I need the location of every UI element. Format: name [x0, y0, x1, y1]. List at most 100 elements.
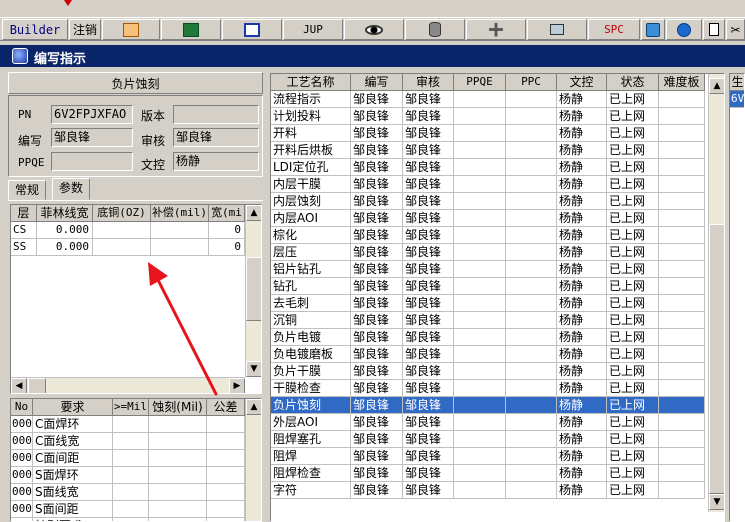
- ppqe-cell[interactable]: [454, 91, 506, 108]
- author-cell[interactable]: 邹良锋: [351, 210, 403, 227]
- review-cell[interactable]: 邹良锋: [403, 380, 454, 397]
- ppqe-cell[interactable]: [454, 176, 506, 193]
- comp-cell[interactable]: [151, 222, 209, 239]
- req-etch-cell[interactable]: [149, 501, 207, 518]
- ppqe-cell[interactable]: [454, 108, 506, 125]
- process-name-cell[interactable]: 层压: [271, 244, 351, 261]
- ppc-cell[interactable]: [506, 125, 557, 142]
- author-cell[interactable]: 邹良锋: [351, 278, 403, 295]
- status-cell[interactable]: 已上网: [607, 312, 659, 329]
- ppc-cell[interactable]: [506, 295, 557, 312]
- author-cell[interactable]: 邹良锋: [351, 142, 403, 159]
- no-header[interactable]: No: [11, 399, 33, 416]
- layer-header[interactable]: 层: [11, 205, 37, 222]
- process-name-cell[interactable]: 流程指示: [271, 91, 351, 108]
- author-cell[interactable]: 邹良锋: [351, 91, 403, 108]
- difficulty-cell[interactable]: [659, 482, 705, 499]
- ppqe-field[interactable]: [51, 152, 133, 171]
- difficulty-cell[interactable]: [659, 142, 705, 159]
- ppqe-cell[interactable]: [454, 193, 506, 210]
- req-etch-cell[interactable]: [149, 416, 207, 433]
- ppqe-cell[interactable]: [454, 431, 506, 448]
- tab-general[interactable]: 常规: [8, 180, 47, 200]
- author-cell[interactable]: 邹良锋: [351, 244, 403, 261]
- ppqe-cell[interactable]: [454, 363, 506, 380]
- process-name-cell[interactable]: 外层AOI: [271, 414, 351, 431]
- ppc-cell[interactable]: [506, 414, 557, 431]
- comp-cell[interactable]: [151, 239, 209, 256]
- ppqe-cell[interactable]: [454, 414, 506, 431]
- status-cell[interactable]: 已上网: [607, 414, 659, 431]
- right-strip-header[interactable]: 生: [730, 74, 744, 91]
- database-button[interactable]: [405, 19, 465, 40]
- req-min-cell[interactable]: [113, 484, 149, 501]
- process-name-cell[interactable]: 钻孔: [271, 278, 351, 295]
- ppqe-header[interactable]: PPQE: [454, 74, 506, 91]
- difficulty-cell[interactable]: [659, 329, 705, 346]
- process-name-cell[interactable]: 去毛刺: [271, 295, 351, 312]
- new-document-button[interactable]: [703, 19, 725, 40]
- difficulty-cell[interactable]: [659, 261, 705, 278]
- review-cell[interactable]: 邹良锋: [403, 193, 454, 210]
- layer-cell[interactable]: CS: [11, 222, 37, 239]
- monitor-button[interactable]: [527, 19, 587, 40]
- ppqe-cell[interactable]: [454, 244, 506, 261]
- review-field[interactable]: 邹良锋: [173, 128, 259, 147]
- ppc-cell[interactable]: [506, 244, 557, 261]
- difficulty-cell[interactable]: [659, 159, 705, 176]
- width-cell[interactable]: 0: [209, 222, 245, 239]
- difficulty-cell[interactable]: [659, 244, 705, 261]
- ppc-cell[interactable]: [506, 210, 557, 227]
- author-cell[interactable]: 邹良锋: [351, 193, 403, 210]
- layer-cell[interactable]: SS: [11, 239, 37, 256]
- requirements-vscroll[interactable]: ▲: [245, 399, 261, 521]
- difficulty-header[interactable]: 难度板: [659, 74, 705, 91]
- difficulty-cell[interactable]: [659, 431, 705, 448]
- ppc-cell[interactable]: [506, 176, 557, 193]
- req-text-cell[interactable]: C面间距: [33, 450, 113, 467]
- req-min-cell[interactable]: [113, 450, 149, 467]
- pn-field[interactable]: 6V2FPJXFAO: [51, 105, 133, 124]
- status-cell[interactable]: 已上网: [607, 193, 659, 210]
- author-cell[interactable]: 邹良锋: [351, 312, 403, 329]
- review-cell[interactable]: 邹良锋: [403, 431, 454, 448]
- doc-control-cell[interactable]: 杨静: [557, 363, 607, 380]
- author-cell[interactable]: 邹良锋: [351, 380, 403, 397]
- review-cell[interactable]: 邹良锋: [403, 210, 454, 227]
- width-cell[interactable]: 0: [209, 239, 245, 256]
- process-name-cell[interactable]: 字符: [271, 482, 351, 499]
- req-text-cell[interactable]: C面线宽: [33, 433, 113, 450]
- refresh-button[interactable]: [641, 19, 665, 40]
- review-cell[interactable]: 邹良锋: [403, 125, 454, 142]
- ppqe-cell[interactable]: [454, 159, 506, 176]
- ppc-cell[interactable]: [506, 431, 557, 448]
- process-name-cell[interactable]: 阻焊塞孔: [271, 431, 351, 448]
- req-tol-cell[interactable]: [207, 416, 245, 433]
- req-etch-cell[interactable]: [149, 450, 207, 467]
- review-cell[interactable]: 邹良锋: [403, 142, 454, 159]
- review-cell[interactable]: 邹良锋: [403, 261, 454, 278]
- scroll-up-icon[interactable]: ▲: [246, 205, 261, 221]
- doc-control-cell[interactable]: 杨静: [557, 125, 607, 142]
- review-cell[interactable]: 邹良锋: [403, 414, 454, 431]
- review-cell[interactable]: 邹良锋: [403, 244, 454, 261]
- doc-control-cell[interactable]: 杨静: [557, 193, 607, 210]
- base-cell[interactable]: [93, 239, 151, 256]
- req-etch-cell[interactable]: [149, 518, 207, 521]
- ppqe-cell[interactable]: [454, 261, 506, 278]
- ppc-cell[interactable]: [506, 142, 557, 159]
- ppc-cell[interactable]: [506, 227, 557, 244]
- review-cell[interactable]: 邹良锋: [403, 448, 454, 465]
- film-width-header[interactable]: 菲林线宽: [37, 205, 93, 222]
- process-name-cell[interactable]: 内层AOI: [271, 210, 351, 227]
- difficulty-cell[interactable]: [659, 380, 705, 397]
- review-cell[interactable]: 邹良锋: [403, 363, 454, 380]
- film-cell[interactable]: 0.000: [37, 239, 93, 256]
- ppc-cell[interactable]: [506, 193, 557, 210]
- doc-control-cell[interactable]: 杨静: [557, 329, 607, 346]
- doc-control-cell[interactable]: 杨静: [557, 482, 607, 499]
- req-tol-cell[interactable]: [207, 433, 245, 450]
- process-name-cell[interactable]: 负片干膜: [271, 363, 351, 380]
- req-etch-cell[interactable]: [149, 467, 207, 484]
- ppqe-cell[interactable]: [454, 380, 506, 397]
